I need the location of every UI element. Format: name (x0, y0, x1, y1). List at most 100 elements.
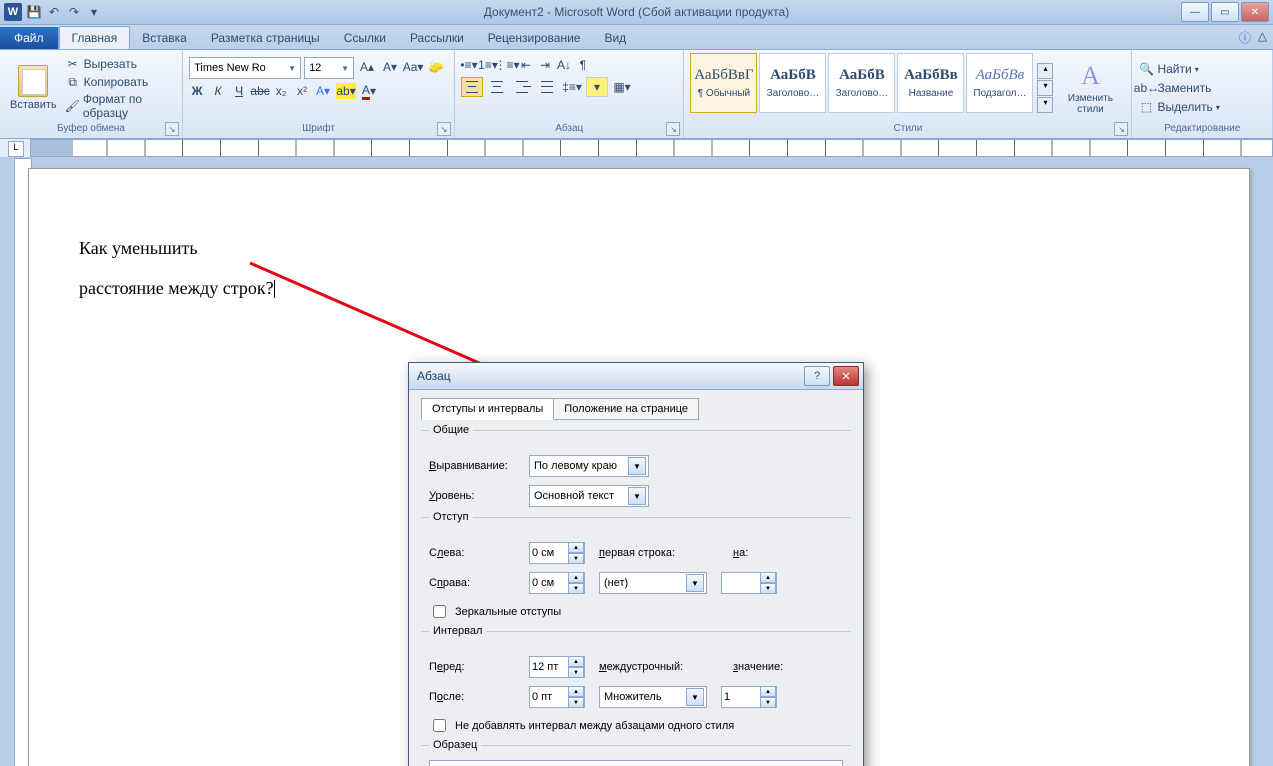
level-select[interactable]: Основной текст▼ (529, 485, 649, 507)
save-icon[interactable]: 💾 (26, 4, 42, 20)
style-subtitle[interactable]: АаБбВвПодзагол… (966, 53, 1033, 113)
no-space-same-style-checkbox[interactable]: Не добавлять интервал между абзацами одн… (429, 716, 843, 735)
align-right-icon[interactable] (511, 77, 533, 97)
paste-icon (18, 65, 48, 97)
dialog-tab-position[interactable]: Положение на странице (554, 398, 699, 420)
before-spinner[interactable]: ▲▼ (529, 656, 585, 678)
dialog-help-button[interactable]: ? (804, 366, 830, 386)
qat-dropdown-icon[interactable]: ▾ (86, 4, 102, 20)
first-line-select[interactable]: (нет)▼ (599, 572, 707, 594)
collapse-ribbon-icon[interactable]: △ (1258, 29, 1267, 43)
replace-button[interactable]: ab↔Заменить (1138, 80, 1266, 96)
tab-layout[interactable]: Разметка страницы (199, 27, 332, 49)
chevron-down-icon: ▼ (628, 487, 646, 505)
bullets-icon[interactable]: •≡▾ (461, 57, 477, 73)
document-text: Как уменьшить расстояние между строк? (79, 229, 275, 308)
line-spacing-select[interactable]: Множитель▼ (599, 686, 707, 708)
dialog-close-button[interactable]: ✕ (833, 366, 859, 386)
superscript-icon[interactable]: x² (294, 83, 310, 99)
dialog-title-bar[interactable]: Абзац ? ✕ (409, 363, 863, 390)
indent-inc-icon[interactable]: ⇥ (537, 57, 553, 73)
spin-up-icon[interactable]: ▲ (568, 542, 584, 553)
first-line-by-spinner[interactable]: ▲▼ (721, 572, 777, 594)
paste-button[interactable]: Вставить (6, 53, 61, 123)
styles-dialog-launcher[interactable]: ↘ (1114, 122, 1128, 136)
italic-icon[interactable]: К (210, 83, 226, 99)
maximize-button[interactable]: ▭ (1211, 2, 1239, 22)
tab-mail[interactable]: Рассылки (398, 27, 476, 49)
tab-home[interactable]: Главная (59, 26, 131, 49)
minimize-button[interactable]: — (1181, 2, 1209, 22)
after-spinner[interactable]: ▲▼ (529, 686, 585, 708)
spin-down-icon[interactable]: ▼ (568, 553, 584, 564)
format-painter-button[interactable]: 🖌Формат по образцу (65, 92, 176, 120)
by-label: на: (733, 547, 793, 559)
brush-icon: 🖌 (65, 98, 80, 114)
bold-icon[interactable]: Ж (189, 83, 205, 99)
left-indent-spinner[interactable]: ▲▼ (529, 542, 585, 564)
style-title[interactable]: АаБбВвНазвание (897, 53, 964, 113)
select-button[interactable]: ⬚Выделить▾ (1138, 99, 1266, 115)
ribbon: Вставить ✂Вырезать ⧉Копировать 🖌Формат п… (0, 50, 1273, 139)
find-button[interactable]: 🔍Найти▾ (1138, 61, 1266, 77)
chevron-down-icon: ▼ (628, 457, 646, 475)
dialog-tab-indents[interactable]: Отступы и интервалы (421, 398, 554, 420)
font-size-select[interactable]: 12▼ (304, 57, 354, 79)
tab-insert[interactable]: Вставка (130, 27, 199, 49)
shading-icon[interactable]: ▾ (586, 77, 608, 97)
help-icon[interactable]: ⓘ (1239, 29, 1251, 46)
styles-down-icon[interactable]: ▾ (1037, 80, 1053, 96)
subscript-icon[interactable]: x₂ (273, 83, 289, 99)
borders-icon[interactable]: ▦▾ (611, 77, 633, 97)
grow-font-icon[interactable]: A▴ (357, 57, 377, 77)
tab-selector-icon[interactable]: L (8, 141, 24, 157)
clipboard-dialog-launcher[interactable]: ↘ (165, 122, 179, 136)
change-styles-button[interactable]: A Изменить стили (1055, 53, 1125, 123)
style-normal[interactable]: АаБбВвГ¶ Обычный (690, 53, 757, 113)
show-marks-icon[interactable]: ¶ (575, 57, 591, 73)
paragraph-dialog-launcher[interactable]: ↘ (666, 122, 680, 136)
horizontal-ruler[interactable]: L (0, 139, 1273, 158)
redo-icon[interactable]: ↷ (66, 4, 82, 20)
strike-icon[interactable]: abc (252, 83, 268, 99)
before-label: Перед: (429, 661, 529, 673)
text-effects-icon[interactable]: A▾ (315, 83, 331, 99)
right-indent-spinner[interactable]: ▲▼ (529, 572, 585, 594)
at-label: значение: (733, 661, 793, 673)
style-heading2[interactable]: АаБбВЗаголово… (828, 53, 895, 113)
line-spacing-icon[interactable]: ‡≡▾ (561, 77, 583, 97)
undo-icon[interactable]: ↶ (46, 4, 62, 20)
clear-format-icon[interactable]: 🧽 (426, 57, 446, 77)
align-center-icon[interactable] (486, 77, 508, 97)
scissors-icon: ✂ (65, 56, 81, 72)
left-indent-label: Слева: (429, 547, 529, 559)
shrink-font-icon[interactable]: A▾ (380, 57, 400, 77)
multilevel-icon[interactable]: ⋮≡▾ (499, 57, 515, 73)
font-dialog-launcher[interactable]: ↘ (437, 122, 451, 136)
font-color-icon[interactable]: A▾ (361, 83, 377, 99)
font-name-select[interactable]: Times New Ro▼ (189, 57, 301, 79)
tab-refs[interactable]: Ссылки (332, 27, 398, 49)
cut-button[interactable]: ✂Вырезать (65, 56, 176, 72)
first-line-label: первая строка: (599, 547, 719, 559)
indent-dec-icon[interactable]: ⇤ (518, 57, 534, 73)
style-heading1[interactable]: АаБбВЗаголово… (759, 53, 826, 113)
highlight-icon[interactable]: ab▾ (336, 83, 356, 99)
styles-up-icon[interactable]: ▴ (1037, 63, 1053, 79)
align-left-icon[interactable] (461, 77, 483, 97)
align-justify-icon[interactable] (536, 77, 558, 97)
line-spacing-label: междустрочный: (599, 661, 719, 673)
tab-review[interactable]: Рецензирование (476, 27, 593, 49)
copy-button[interactable]: ⧉Копировать (65, 74, 176, 90)
styles-more-icon[interactable]: ▾ (1037, 97, 1053, 113)
mirror-indents-checkbox[interactable]: Зеркальные отступы (429, 602, 843, 621)
tab-view[interactable]: Вид (592, 27, 638, 49)
tab-file[interactable]: Файл (0, 27, 59, 49)
underline-icon[interactable]: Ч (231, 83, 247, 99)
at-spinner[interactable]: ▲▼ (721, 686, 777, 708)
group-indent-label: Отступ (429, 511, 473, 523)
change-case-icon[interactable]: Aa▾ (403, 57, 423, 77)
close-button[interactable]: ✕ (1241, 2, 1269, 22)
sort-icon[interactable]: A↓ (556, 57, 572, 73)
alignment-select[interactable]: По левому краю▼ (529, 455, 649, 477)
